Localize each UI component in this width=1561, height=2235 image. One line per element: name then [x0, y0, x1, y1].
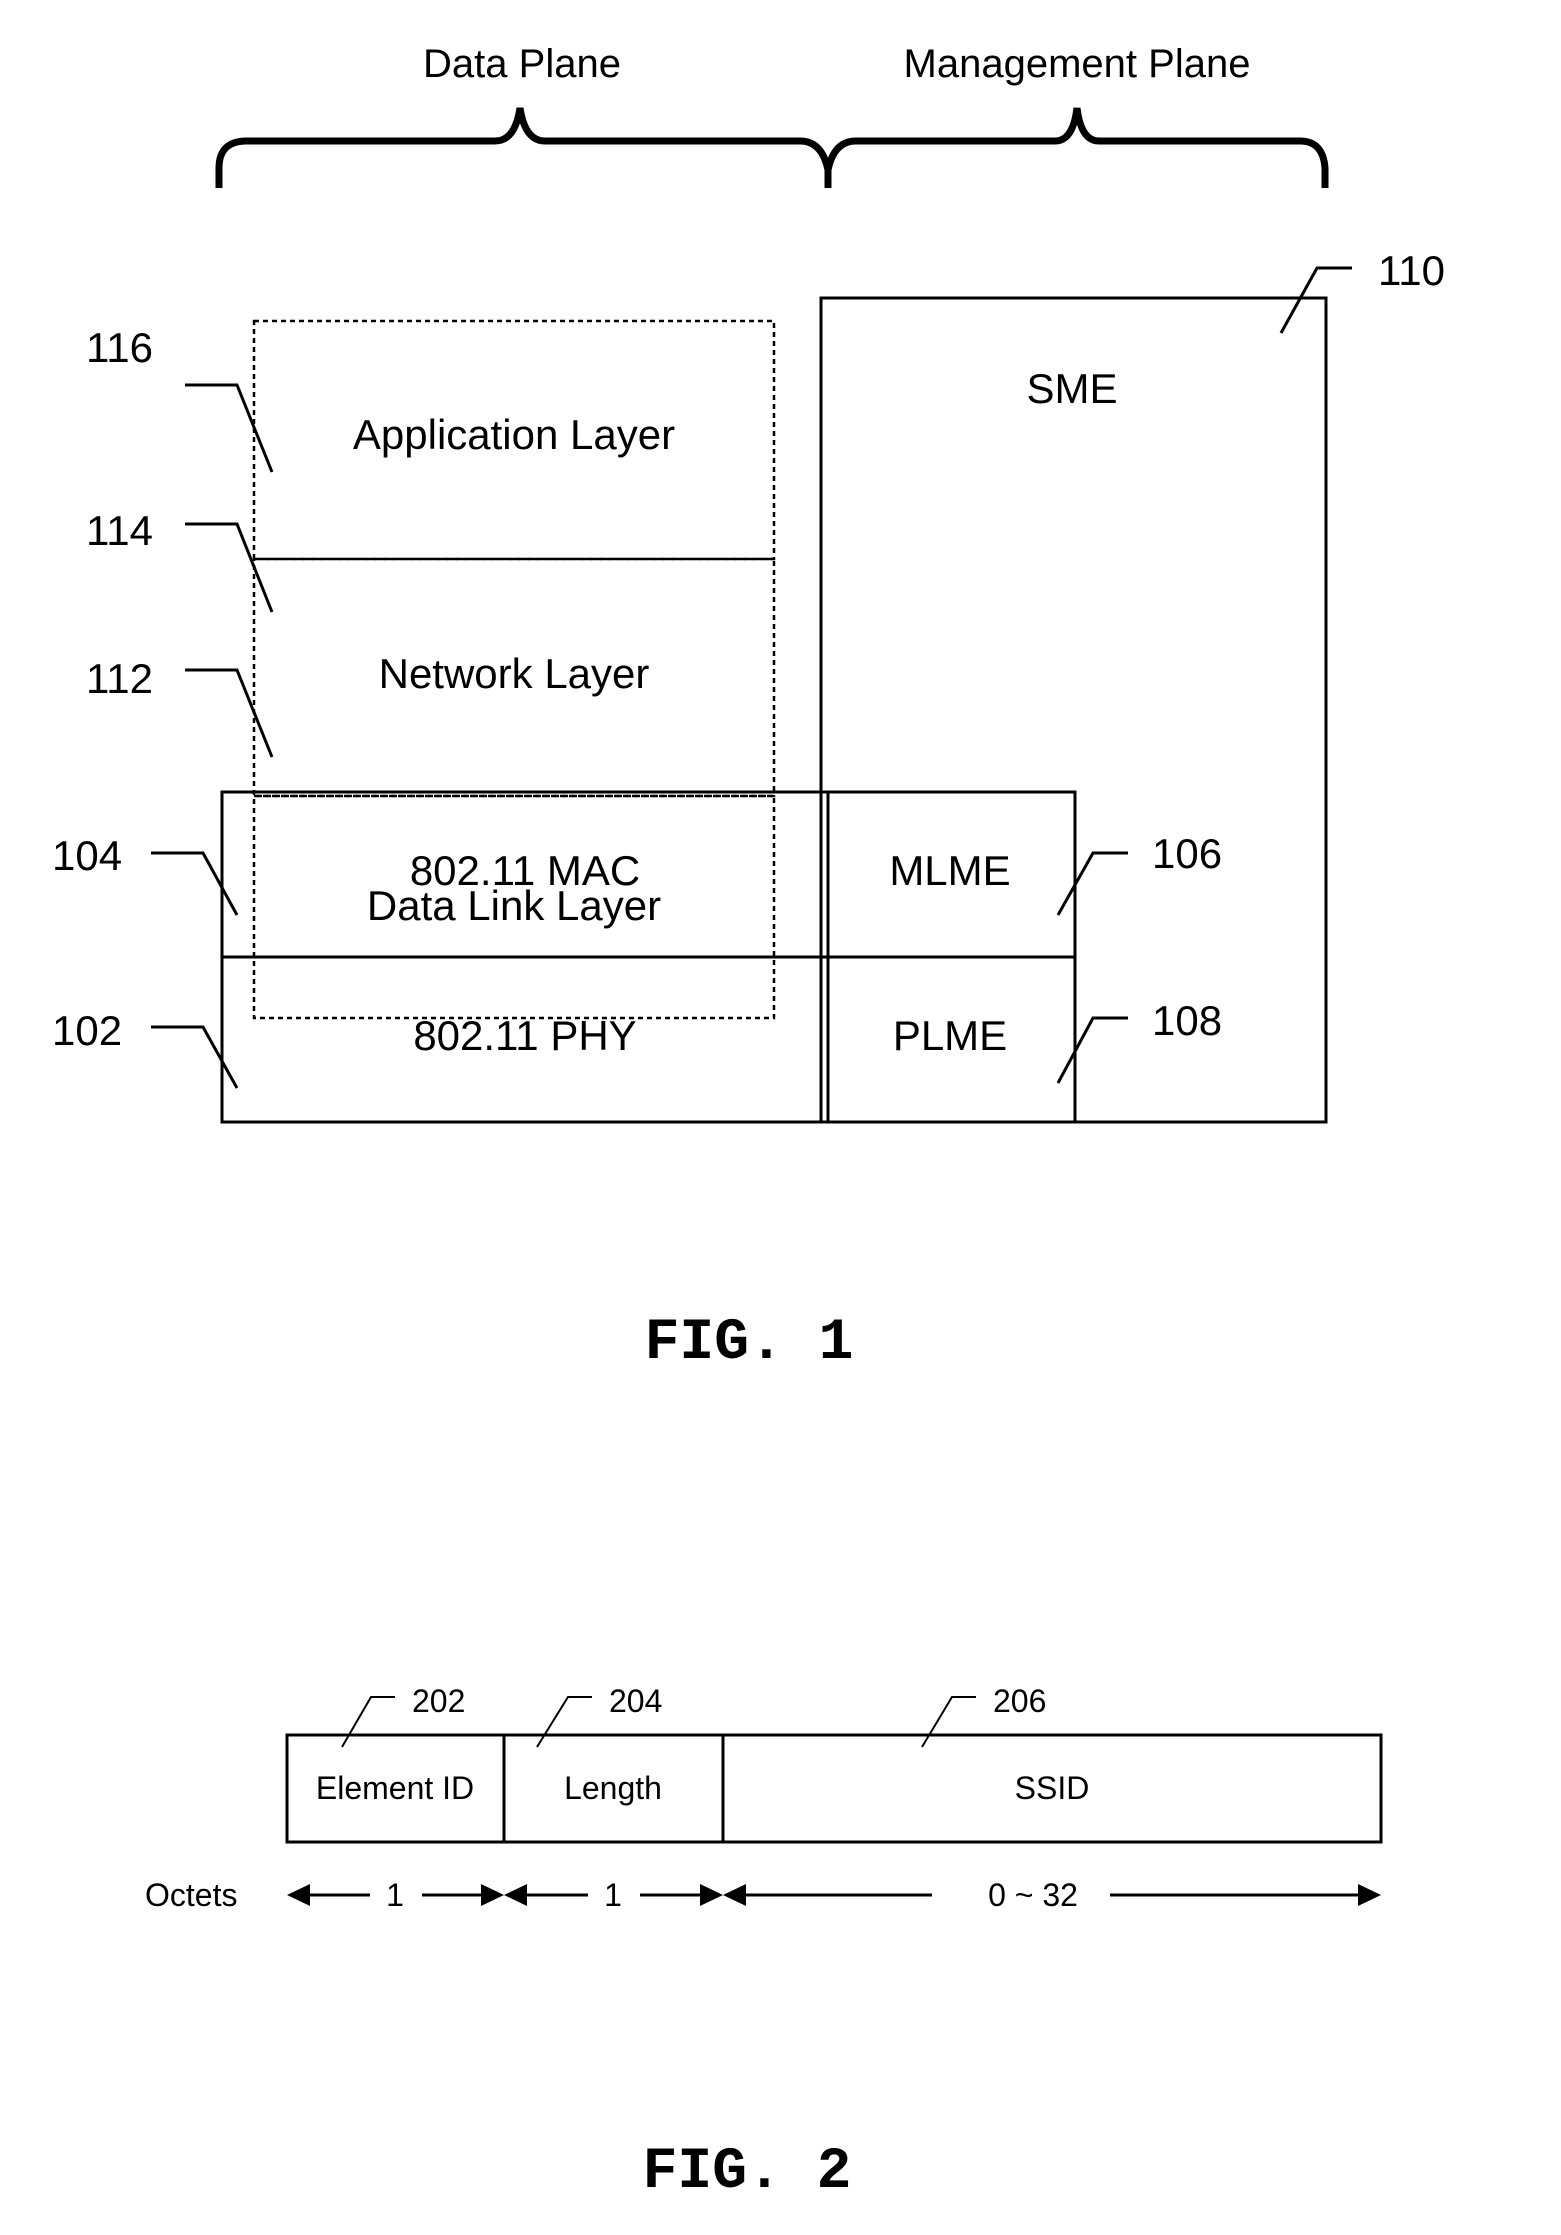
ref-202: 202: [412, 1683, 465, 1719]
octet-span-ssid: 0 ~ 32: [723, 1877, 1381, 1913]
octet-count-element-id: 1: [386, 1877, 404, 1913]
octet-count-length: 1: [604, 1877, 622, 1913]
ref-114: 114: [86, 507, 153, 554]
application-layer-label: Application Layer: [353, 411, 675, 458]
management-plane-label: Management Plane: [904, 42, 1251, 86]
element-id-label: Element ID: [316, 1770, 474, 1806]
ref-104: 104: [52, 832, 122, 879]
leader-114: [185, 522, 274, 613]
leader-202: [341, 1696, 395, 1748]
sme-label: SME: [1026, 365, 1117, 412]
patent-drawing: Data Plane Management Plane Application …: [52, 42, 1445, 2205]
octet-span-length: 1: [504, 1877, 723, 1913]
plme-label: PLME: [893, 1012, 1007, 1059]
arrow-right-icon: [700, 1884, 723, 1906]
leader-108: [1056, 1016, 1128, 1084]
leader-106: [1056, 851, 1128, 916]
ref-108: 108: [1152, 997, 1222, 1044]
ref-206: 206: [993, 1683, 1046, 1719]
leader-204: [536, 1696, 592, 1748]
octet-count-ssid: 0 ~ 32: [988, 1877, 1078, 1913]
data-plane-label: Data Plane: [423, 42, 621, 86]
network-layer-label: Network Layer: [379, 650, 650, 697]
ref-112: 112: [86, 655, 153, 702]
leader-116: [185, 383, 274, 473]
phy-label: 802.11 PHY: [413, 1012, 636, 1059]
mac-label: 802.11 MAC: [410, 847, 640, 894]
management-plane-brace: [824, 107, 1329, 188]
figure-1: Data Plane Management Plane Application …: [52, 42, 1445, 1376]
ref-106: 106: [1152, 830, 1222, 877]
leader-112: [185, 668, 274, 758]
leader-110: [1279, 266, 1352, 334]
ref-204: 204: [609, 1683, 662, 1719]
arrow-right-icon: [481, 1884, 504, 1906]
ssid-label: SSID: [1015, 1770, 1090, 1806]
arrow-left-icon: [287, 1884, 310, 1906]
ref-110: 110: [1378, 247, 1445, 294]
data-plane-brace: [215, 107, 832, 188]
octet-span-element-id: 1: [287, 1877, 504, 1913]
length-label: Length: [564, 1770, 662, 1806]
arrow-right-icon: [1358, 1884, 1381, 1906]
figure-2: Element ID Length SSID 202 204 206 Octet…: [145, 1683, 1383, 2205]
ref-116: 116: [86, 324, 153, 371]
mlme-label: MLME: [889, 847, 1010, 894]
figure-2-caption: FIG. 2: [643, 2140, 852, 2205]
leader-104: [151, 851, 239, 916]
leader-102: [151, 1025, 239, 1089]
leader-206: [921, 1696, 976, 1748]
octets-label: Octets: [145, 1877, 237, 1913]
figure-1-caption: FIG. 1: [645, 1311, 854, 1376]
ref-102: 102: [52, 1007, 122, 1054]
